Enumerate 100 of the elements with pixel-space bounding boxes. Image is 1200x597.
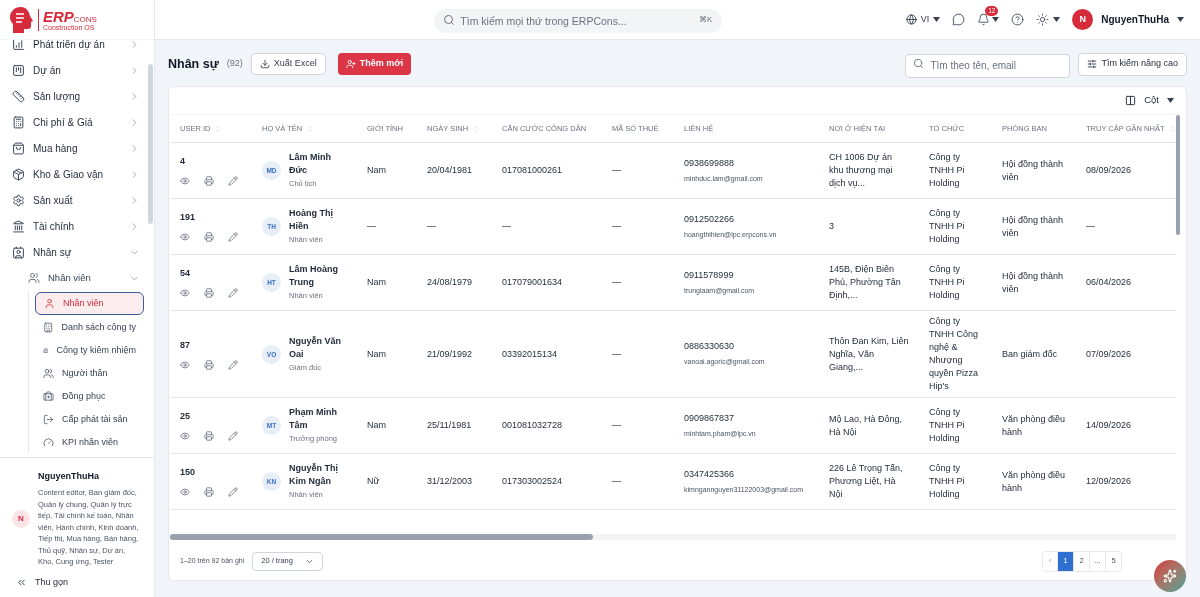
shortcut-hint: ⌘K [699,14,713,25]
language-selector[interactable]: VI [905,12,941,27]
bell-icon[interactable] [977,13,991,26]
scrollbar[interactable] [148,64,153,224]
table-cell-text: 145B, Điện Biên Phủ, Phường Tân Định,... [828,263,902,302]
sliders-icon [1087,59,1098,69]
view-icon[interactable] [180,487,190,497]
chat-icon[interactable] [952,13,966,26]
table-cell-text: Công ty TNHH Pi Holding [928,263,966,302]
table-cell-text: Nam [366,419,387,432]
table-cell-text: 226 Lê Trọng Tấn, Phương Liệt, Hà Nội [828,462,904,501]
caret-icon [933,17,941,22]
print-icon[interactable] [204,288,214,298]
table-cell-text: 017303002524 [501,475,564,488]
horizontal-scrollbar[interactable] [170,534,593,540]
sun-icon[interactable] [1036,13,1050,26]
user-id: 25 [180,410,191,423]
assistant-button[interactable] [1154,560,1186,592]
logo-icon [8,5,34,34]
user-id: 87 [180,338,191,352]
sidebar-item[interactable]: Kho & Giao vận [8,161,144,187]
bag-icon [12,141,25,155]
view-icon[interactable] [180,288,190,298]
record-count: (92) [226,57,243,71]
table-cell-text: 14/09/2026 [1085,419,1133,432]
export-button[interactable]: Xuất Excel [250,53,326,75]
table-cell-text: 12/09/2026 [1085,475,1133,488]
table-cell-text: 001081032728 [501,419,564,432]
edit-icon[interactable] [228,487,238,497]
table-cell-text: Hội đồng thành viên [1001,213,1065,240]
view-icon[interactable] [180,232,190,242]
table-cell-text: — [611,419,622,432]
view-icon[interactable] [180,176,190,186]
table-cell-text: 3 [828,220,835,233]
sidebar-subitem[interactable]: Danh sách công ty [35,316,144,339]
table-cell-text: 24/08/1979 [426,276,474,289]
edit-icon[interactable] [228,176,238,186]
sidebar-subitem[interactable]: Đồng phục [35,385,144,408]
print-icon[interactable] [204,359,214,370]
print-icon[interactable] [204,487,214,497]
gauge-icon [43,437,54,448]
employee-name: Nguyễn Thị Kim Ngân [289,462,339,488]
table-cell-text: Ban giám đốc [1001,347,1059,361]
table-cell-text: Nam [366,164,387,177]
sidebar-item[interactable]: Phát triển dự án [8,40,144,57]
print-icon[interactable] [204,232,214,242]
edit-icon[interactable] [228,359,238,370]
caret-icon [1177,17,1184,22]
office-building-icon [43,322,54,333]
view-icon[interactable] [180,359,190,370]
add-button[interactable]: Thêm mới [337,53,412,75]
edit-icon[interactable] [228,431,238,441]
sidebar-subitem[interactable]: KPI nhân viên [35,431,144,454]
employee-search-field[interactable]: Tìm theo tên, email [905,53,1071,78]
table-cell-text: Công ty TNHH Pi Holding [928,406,966,445]
table-cell-text: Nam [366,276,387,289]
user-name: NguyenThuHa [38,469,100,483]
table-cell-text: 06/04/2026 [1085,276,1133,289]
sidebar-subitem[interactable]: Người thân [35,362,144,385]
sidebar-subitem[interactable]: Cấp phát tài sản [35,408,144,431]
vertical-scrollbar[interactable] [1176,115,1180,235]
table-cell-text: 21/09/1992 [426,347,474,361]
table-cell-text: CH 1006 Dự án khu thương mại dịch vụ... [828,151,894,190]
sidebar-item[interactable]: Tài chính [8,213,144,239]
advanced-search-button[interactable]: Tìm kiếm nâng cao [1078,52,1187,76]
table-cell-text: 017081000261 [501,164,564,177]
sidebar-item[interactable]: Dự án [8,57,144,83]
sidebar-item[interactable]: Sản lượng [8,83,144,109]
columns-icon [1125,95,1137,106]
edit-icon[interactable] [228,232,238,242]
sidebar-item[interactable]: Chi phí & Giá [8,109,144,135]
sidebar-subitem[interactable]: Công ty kiêm nhiệm [35,339,144,362]
phone-number: 0938699888 [684,156,736,170]
table-cell-text: Văn phòng điều hành [1001,468,1067,495]
table-cell-text: — [366,220,377,233]
print-icon[interactable] [204,176,214,186]
sidebar-item[interactable]: Mua hàng [8,135,144,161]
sidebar-item[interactable]: Nhân sự [8,239,144,265]
table-cell-text: — [611,475,622,488]
phone-number: 0347425366 [684,467,736,481]
user-id: 150 [180,466,197,479]
collapse-button[interactable]: Thu gọn [12,575,142,589]
user-avatar: N [12,509,30,528]
help-icon[interactable] [1011,13,1025,26]
columns-button[interactable]: Cột [1125,93,1174,108]
sidebar-item[interactable]: Sản xuất [8,187,144,213]
sidebar-subitem[interactable]: Nhân viên [35,292,144,315]
sidebar-group[interactable]: Nhân viên [24,265,144,291]
gear-icon [12,193,25,207]
employee-name: Nguyễn Văn Oai [289,334,342,361]
view-icon[interactable] [180,431,190,441]
table-cell-text: 03392015134 [501,347,559,361]
user-menu[interactable]: N NguyenThuHa [1072,9,1184,30]
phone-number: 0886330630 [684,340,736,353]
table-cell-text: Hội đồng thành viên [1001,269,1065,296]
table-cell-text: 20/04/1981 [426,164,474,177]
user-id: 54 [180,267,191,280]
table-cell-text: — [611,220,622,233]
edit-icon[interactable] [228,288,238,298]
print-icon[interactable] [204,431,214,441]
